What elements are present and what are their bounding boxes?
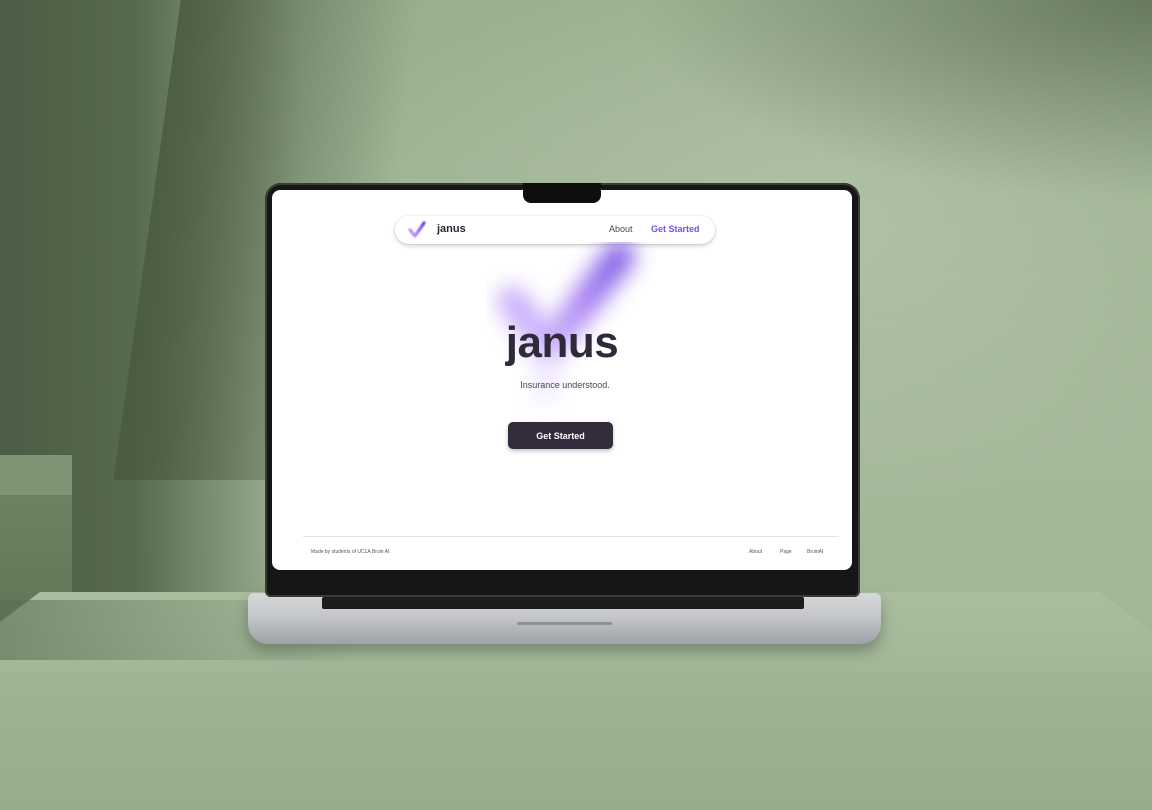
hero-subtitle: Insurance understood. xyxy=(520,380,610,390)
nav-link-about[interactable]: About xyxy=(609,224,633,234)
checkmark-blur-icon[interactable] xyxy=(406,219,428,241)
wall-shadow-top xyxy=(632,0,1152,200)
footer-divider xyxy=(303,536,839,537)
photo-scene: janus About Get Started janus Insurance … xyxy=(0,0,1152,810)
laptop-trackpad-lip xyxy=(517,622,612,625)
get-started-button[interactable]: Get Started xyxy=(508,422,613,449)
laptop-keyboard xyxy=(322,597,804,609)
hero-title: janus xyxy=(505,318,619,367)
nav-brand[interactable]: janus xyxy=(437,223,466,235)
navbar: janus About Get Started xyxy=(395,216,715,244)
footer-link-page[interactable]: Page xyxy=(780,549,792,555)
laptop-screen: janus About Get Started janus Insurance … xyxy=(272,190,852,570)
side-block-top xyxy=(0,455,72,495)
footer-link-brainai[interactable]: BruinAI xyxy=(807,549,823,555)
table-front xyxy=(0,672,1152,810)
nav-link-get-started[interactable]: Get Started xyxy=(651,224,700,234)
camera-notch xyxy=(523,183,601,203)
footer-credit: Made by students of UCLA Bruin AI. xyxy=(311,549,391,555)
footer-link-about[interactable]: About xyxy=(749,549,762,555)
